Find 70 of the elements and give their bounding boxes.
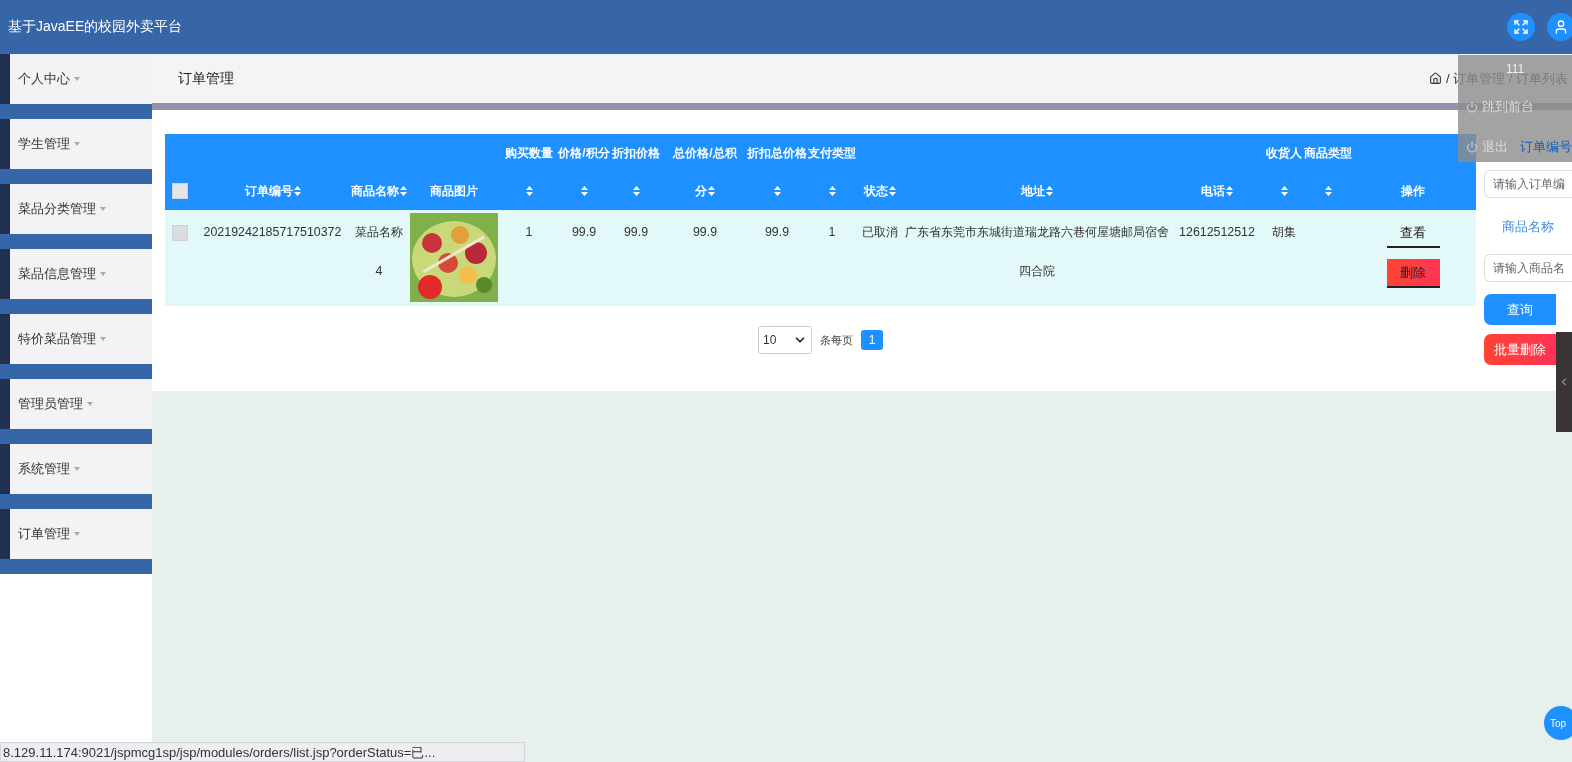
table-cell: 已取消: [862, 225, 898, 239]
sort-icon[interactable]: [580, 186, 588, 196]
column-header: 分: [695, 182, 707, 200]
sidebar-item[interactable]: 特价菜品管理: [0, 314, 152, 364]
view-button[interactable]: 查看: [1386, 219, 1440, 248]
search-field[interactable]: 请输入商品名: [1484, 254, 1572, 282]
table-cell: 99.9: [692, 225, 718, 239]
sort-icon[interactable]: [1324, 186, 1332, 196]
row-checkbox[interactable]: [172, 224, 188, 241]
column-header: 状态: [864, 182, 888, 200]
table-cell: 1: [828, 225, 836, 239]
sidebar-item[interactable]: 学生管理: [0, 119, 152, 169]
column-header: 电话: [1201, 182, 1225, 200]
table-cell: 99.9: [571, 225, 597, 239]
column-header: 总价格/总积: [673, 144, 737, 162]
sort-icon[interactable]: [293, 186, 301, 196]
column-header: 价格/积分: [558, 144, 610, 162]
sort-icon[interactable]: [1226, 186, 1233, 196]
column-header: 支付类型: [808, 144, 856, 162]
per-page-label: 条每页: [820, 332, 853, 348]
delete-button[interactable]: 删除: [1386, 259, 1440, 288]
page-title: 订单管理: [178, 69, 235, 88]
expand-icon: [1513, 19, 1529, 35]
sidebar-item[interactable]: 管理员管理: [0, 379, 152, 429]
sidebar-item[interactable]: 订单管理: [0, 509, 152, 559]
page-size-select[interactable]: 10: [758, 326, 812, 354]
search-field[interactable]: 请输入订单编: [1484, 170, 1572, 198]
column-header: 折扣总价格: [747, 144, 807, 162]
sort-icon[interactable]: [525, 186, 533, 196]
fullscreen-button[interactable]: [1507, 13, 1535, 41]
table-cell: 广东省东莞市东城街道瑞龙路六巷何屋塘邮局宿舍四合院: [905, 225, 1169, 278]
sort-icon[interactable]: [632, 186, 640, 196]
sort-icon[interactable]: [400, 186, 407, 196]
sidebar-item[interactable]: 菜品信息管理: [0, 249, 152, 299]
home-icon[interactable]: [1429, 72, 1443, 85]
sort-icon[interactable]: [828, 186, 836, 196]
column-header: 商品名称: [351, 182, 399, 200]
column-header: 购买数量: [505, 144, 553, 162]
user-button[interactable]: [1547, 13, 1572, 41]
column-header: 折扣价格: [612, 144, 660, 162]
table-cell: 1: [525, 225, 533, 239]
status-url: 8.129.11.174:9021/jspmcg1sp/jsp/modules/orders/list.jsp?orderStatus=已...: [0, 742, 525, 762]
column-header: 商品类型: [1304, 144, 1352, 162]
power-icon: [1466, 101, 1478, 113]
sidebar-item[interactable]: 系统管理: [0, 444, 152, 494]
power-icon: [1466, 141, 1478, 153]
table-cell: 99.9: [764, 225, 790, 239]
select-all-checkbox[interactable]: [172, 183, 188, 199]
search-label: 订单编号: [1520, 138, 1572, 156]
table-cell: 菜品名称4: [355, 225, 403, 278]
user-icon: [1553, 19, 1569, 35]
table-cell: 12612512512: [1179, 225, 1255, 239]
sort-icon[interactable]: [889, 186, 896, 196]
column-header: 地址: [1021, 182, 1045, 200]
sort-icon[interactable]: [1046, 186, 1053, 196]
sidebar-item[interactable]: 个人中心: [0, 54, 152, 104]
sort-icon[interactable]: [1280, 186, 1288, 196]
sort-icon[interactable]: [773, 186, 781, 196]
column-header: 操作: [1401, 182, 1425, 200]
table-cell: 20219242185717510372: [203, 225, 342, 239]
sort-icon[interactable]: [708, 186, 715, 196]
table-cell: 99.9: [623, 225, 649, 239]
column-header: 商品图片: [430, 182, 478, 200]
app-title: 基于JavaEE的校园外卖平台: [8, 18, 184, 36]
batch-delete-button[interactable]: 批量删除: [1484, 334, 1556, 365]
column-header: 订单编号: [244, 182, 293, 200]
column-header: 收货人: [1266, 144, 1302, 162]
table-cell: 胡集: [1272, 225, 1296, 239]
sidebar-item[interactable]: 菜品分类管理: [0, 184, 152, 234]
search-label: 商品名称: [1502, 218, 1554, 236]
